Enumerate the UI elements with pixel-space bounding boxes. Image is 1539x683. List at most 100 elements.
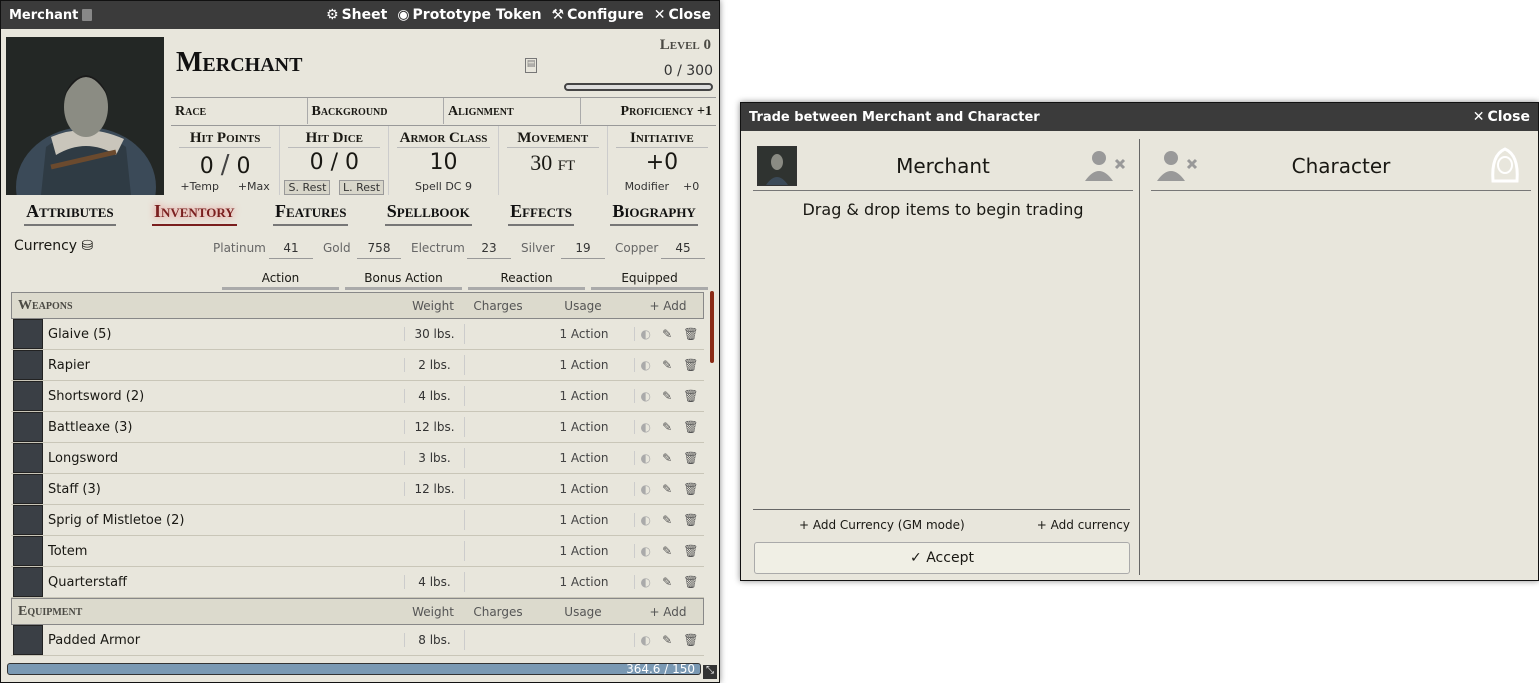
item-usage[interactable]: 1 Action [534, 575, 634, 589]
edit-icon[interactable]: ✎ [662, 575, 672, 589]
hp-max-input[interactable]: 0 [236, 154, 250, 179]
item-usage[interactable]: 1 Action [534, 327, 634, 341]
trash-icon[interactable]: 🗑 [683, 327, 698, 341]
tab-attributes[interactable]: Attributes [24, 201, 116, 226]
item-row[interactable]: Shortsword (2) 4 lbs. 1 Action ◐ ✎ 🗑 [11, 381, 704, 412]
filter-equipped[interactable]: Equipped [591, 271, 708, 290]
item-name[interactable]: Totem [43, 544, 404, 559]
item-name[interactable]: Quarterstaff [43, 575, 404, 590]
configure-button[interactable]: ⚒ Configure [552, 7, 644, 23]
item-usage[interactable]: 1 Action [534, 482, 634, 496]
item-usage[interactable]: 1 Action [534, 420, 634, 434]
shield-icon[interactable]: ◐ [641, 513, 651, 527]
trash-icon[interactable]: 🗑 [683, 420, 698, 434]
sheet-mode-icon[interactable]: ▤ [525, 58, 537, 73]
edit-icon[interactable]: ✎ [662, 327, 672, 341]
item-usage[interactable]: 1 Action [534, 451, 634, 465]
character-portrait[interactable] [6, 37, 164, 195]
add-weapon-button[interactable]: + Add [633, 299, 703, 313]
item-row[interactable]: Battleaxe (3) 12 lbs. 1 Action ◐ ✎ 🗑 [11, 412, 704, 443]
item-name[interactable]: Padded Armor [43, 633, 404, 648]
shield-icon[interactable]: ◐ [641, 389, 651, 403]
item-row[interactable]: Glaive (5) 30 lbs. 1 Action ◐ ✎ 🗑 [11, 319, 704, 350]
shield-icon[interactable]: ◐ [641, 327, 651, 341]
race-field[interactable]: Race [171, 98, 308, 124]
item-name[interactable]: Rapier [43, 358, 404, 373]
trash-icon[interactable]: 🗑 [683, 451, 698, 465]
trash-icon[interactable]: 🗑 [683, 633, 698, 647]
resize-handle-icon[interactable]: ⤡ [703, 665, 717, 679]
edit-icon[interactable]: ✎ [662, 633, 672, 647]
tab-spellbook[interactable]: Spellbook [384, 201, 472, 226]
shield-icon[interactable]: ◐ [641, 633, 651, 647]
trade-titlebar[interactable]: Trade between Merchant and Character ✕ Cl… [741, 103, 1538, 131]
tab-features[interactable]: Features [273, 201, 349, 226]
item-image[interactable] [13, 443, 43, 473]
item-image[interactable] [13, 319, 43, 349]
shield-icon[interactable]: ◐ [641, 544, 651, 558]
item-row[interactable]: Longsword 3 lbs. 1 Action ◐ ✎ 🗑 [11, 443, 704, 474]
item-name[interactable]: Glaive (5) [43, 327, 404, 342]
item-row[interactable]: Padded Armor 8 lbs. ◐ ✎ 🗑 [11, 625, 704, 656]
item-row[interactable]: Quarterstaff 4 lbs. 1 Action ◐ ✎ 🗑 [11, 567, 704, 598]
prototype-token-button[interactable]: ◉ Prototype Token [397, 7, 541, 23]
item-image[interactable] [13, 474, 43, 504]
item-image[interactable] [13, 536, 43, 566]
edit-icon[interactable]: ✎ [662, 513, 672, 527]
trash-icon[interactable]: 🗑 [683, 358, 698, 372]
trash-icon[interactable]: 🗑 [683, 513, 698, 527]
copper-input[interactable]: 45 [661, 241, 705, 259]
long-rest-button[interactable]: L. Rest [339, 180, 385, 195]
item-usage[interactable]: 1 Action [534, 389, 634, 403]
item-row[interactable]: Staff (3) 12 lbs. 1 Action ◐ ✎ 🗑 [11, 474, 704, 505]
coins-icon[interactable]: ⛁ [82, 238, 94, 254]
item-image[interactable] [13, 625, 43, 655]
edit-icon[interactable]: ✎ [662, 451, 672, 465]
item-name[interactable]: Longsword [43, 451, 404, 466]
initiative-box[interactable]: Initiative +0 Modifier +0 [608, 126, 716, 195]
filter-reaction[interactable]: Reaction [468, 271, 585, 290]
item-usage[interactable]: 1 Action [534, 544, 634, 558]
user-times-icon[interactable] [1083, 149, 1127, 191]
edit-icon[interactable]: ✎ [662, 358, 672, 372]
item-image[interactable] [13, 350, 43, 380]
shield-icon[interactable]: ◐ [641, 420, 651, 434]
gold-input[interactable]: 758 [357, 241, 401, 259]
item-name[interactable]: Battleaxe (3) [43, 420, 404, 435]
movement-box[interactable]: Movement 30 ft [499, 126, 608, 195]
item-image[interactable] [13, 412, 43, 442]
short-rest-button[interactable]: S. Rest [284, 180, 331, 195]
item-image[interactable] [13, 505, 43, 535]
edit-icon[interactable]: ✎ [662, 544, 672, 558]
shield-icon[interactable]: ◐ [641, 451, 651, 465]
sheet-titlebar[interactable]: Merchant ⚙ Sheet ◉ Prototype Token ⚒ Config… [1, 1, 719, 29]
item-image[interactable] [13, 567, 43, 597]
shield-icon[interactable]: ◐ [641, 482, 651, 496]
tab-inventory[interactable]: Inventory [151, 201, 237, 226]
item-row[interactable]: Rapier 2 lbs. 1 Action ◐ ✎ 🗑 [11, 350, 704, 381]
electrum-input[interactable]: 23 [467, 241, 511, 259]
edit-icon[interactable]: ✎ [662, 420, 672, 434]
shield-icon[interactable]: ◐ [641, 575, 651, 589]
trash-icon[interactable]: 🗑 [683, 482, 698, 496]
item-usage[interactable]: 1 Action [534, 358, 634, 372]
inventory-scrollbar[interactable] [710, 291, 714, 363]
character-name[interactable]: Merchant [176, 47, 302, 79]
add-currency-gm-button[interactable]: + Add Currency (GM mode) [799, 518, 965, 532]
tab-biography[interactable]: Biography [610, 201, 698, 226]
trash-icon[interactable]: 🗑 [683, 389, 698, 403]
trash-icon[interactable]: 🗑 [683, 575, 698, 589]
background-field[interactable]: Background [308, 98, 444, 124]
item-name[interactable]: Sprig of Mistletoe (2) [43, 513, 404, 528]
alignment-field[interactable]: Alignment [444, 98, 581, 124]
edit-icon[interactable]: ✎ [662, 482, 672, 496]
hp-temp-input[interactable]: +Temp [180, 180, 219, 193]
tab-effects[interactable]: Effects [508, 201, 574, 226]
item-name[interactable]: Shortsword (2) [43, 389, 404, 404]
filter-bonus-action[interactable]: Bonus Action [345, 271, 462, 290]
item-usage[interactable]: 1 Action [534, 513, 634, 527]
shield-icon[interactable]: ◐ [641, 358, 651, 372]
accept-button[interactable]: ✓ Accept [754, 542, 1130, 574]
initiative-mod-input[interactable]: +0 [683, 180, 699, 193]
silver-input[interactable]: 19 [561, 241, 605, 259]
